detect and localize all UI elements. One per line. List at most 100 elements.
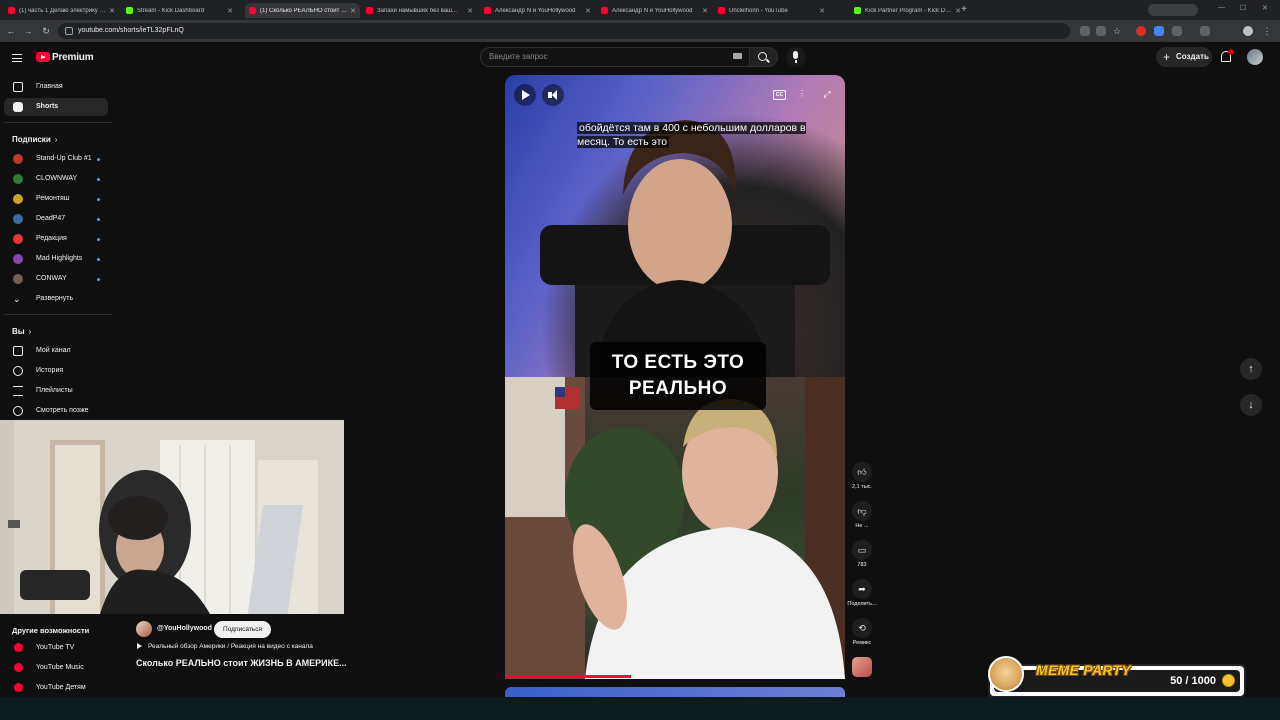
voice-search-icon[interactable] [786,47,806,67]
close-window-icon[interactable]: ✕ [1262,4,1268,12]
next-short-button[interactable]: ↓ [1240,394,1262,416]
like-button[interactable]: 👍︎ 2,1 тыс. [850,462,874,491]
home-icon [13,82,23,92]
next-short-preview[interactable] [505,687,845,697]
playlist-link[interactable]: Реальный обзор Америки / Реакция на виде… [137,643,313,650]
sidebar-item-shorts[interactable]: Shorts [4,98,108,116]
webcam-scene [0,420,344,614]
tab-close-icon[interactable]: ✕ [819,7,825,15]
back-button[interactable]: ← [5,25,17,37]
sound-thumbnail[interactable] [852,657,872,677]
caption-line-1: ТО ЕСТЬ ЭТО [611,352,745,373]
youtube-brand-label[interactable]: Premium [52,52,94,63]
hamburger-menu-icon[interactable] [12,54,22,62]
subscriptions-heading[interactable]: Подписки › [12,135,57,144]
tab-close-icon[interactable]: ✕ [350,7,356,15]
sidebar-item-youtube-tv[interactable]: YouTube TV [4,639,108,657]
youtube-logo-icon[interactable] [36,52,50,62]
sidebar-item-label: Плейлисты [36,387,73,394]
extensions-puzzle-icon[interactable] [1172,26,1182,36]
more-options-icon[interactable]: ⋮ [795,87,809,101]
browser-tab[interactable]: Александр N и YouHollywood ✕ [480,3,595,18]
volume-button[interactable] [542,84,564,106]
new-tab-button[interactable]: + [958,4,970,16]
forward-button[interactable]: → [22,25,34,37]
sidebar-item-youtube-music[interactable]: YouTube Music [4,659,108,677]
channel-name[interactable]: @YouHollywood [157,625,212,632]
reload-button[interactable]: ↻ [40,25,52,37]
search-input[interactable]: Введите запрос [480,47,750,67]
bookmark-star-icon[interactable]: ☆ [1112,26,1122,36]
browser-tab[interactable]: Александр N и YouHollywood ✕ [597,3,712,18]
keyboard-icon[interactable] [733,53,742,59]
channel-avatar-icon [13,174,23,184]
sidebar-subscription-item[interactable]: Редакция [4,230,108,248]
sidebar-item-watch-later[interactable]: Смотреть позже [4,402,108,420]
sidebar-expand-button[interactable]: ⌄ Развернуть [4,290,108,308]
sidebar-subscription-item[interactable]: CLOWNWAY [4,170,108,188]
sidebar-subscription-item[interactable]: Mad Highlights [4,250,108,268]
sidebar-item-youtube-kids[interactable]: YouTube Детям [4,679,108,697]
previous-short-button[interactable]: ↑ [1240,358,1262,380]
sidebar-item-home[interactable]: Главная [4,78,108,96]
share-button[interactable]: ➦ Поделить... [847,579,877,608]
maximize-icon[interactable]: ☐ [1240,4,1246,12]
shorts-video-player[interactable]: CC ⋮ ⤢ обойдётся там в 400 с небольшим д… [505,75,845,679]
sidebar-subscription-item[interactable]: Ремонтяш [4,190,108,208]
kick-favicon-icon [854,7,861,14]
cast-icon[interactable] [1096,26,1106,36]
tab-close-icon[interactable]: ✕ [227,7,233,15]
channel-avatar[interactable] [136,621,152,637]
subscribe-button[interactable]: Подписаться [214,621,271,638]
sidebar-subscription-item[interactable]: Stand-Up Club #1 [4,150,108,168]
thumbs-down-icon: 👎︎ [852,501,872,521]
address-bar[interactable]: youtube.com/shorts/ieTL32pFLnQ [58,23,1070,39]
expand-label: Развернуть [36,295,74,302]
remix-button[interactable]: ⟲ Ремикс [850,618,874,647]
tab-close-icon[interactable]: ✕ [467,7,473,15]
create-button[interactable]: + Создать [1156,47,1212,67]
sidebar-item-playlists[interactable]: Плейлисты [4,382,108,400]
video-progress-bar[interactable] [505,675,845,678]
browser-tab[interactable]: Unclelhonn - YouTube ✕ [714,3,829,18]
captions-button[interactable]: CC [773,90,786,100]
search-button[interactable] [750,47,778,67]
short-title[interactable]: Сколько РЕАЛЬНО стоит ЖИЗНЬ В АМЕРИКЕ... [136,658,347,668]
browser-tab[interactable]: Запахи намывших без ваш... ✕ [362,3,477,18]
browser-tab[interactable]: Stream - Kick Dashboard ✕ [122,3,237,18]
browser-tab[interactable]: (1) часть 1 Делаю электрику у... ✕ [4,3,119,18]
site-info-icon[interactable] [65,27,73,35]
sidebar-item-my-channel[interactable]: Мой канал [4,342,108,360]
translate-icon[interactable] [1080,26,1090,36]
more-heading: Другие возможности [12,626,89,635]
tab-close-icon[interactable]: ✕ [109,7,115,15]
comments-button[interactable]: ▭ 783 [850,540,874,569]
play-button[interactable] [514,84,536,106]
sidebar-subscription-item[interactable]: CONWAY [4,270,108,288]
fullscreen-icon[interactable]: ⤢ [820,87,834,101]
tab-close-icon[interactable]: ✕ [585,7,591,15]
remix-label: Ремикс [852,640,872,646]
profile-pill[interactable] [1148,4,1198,16]
browser-menu-icon[interactable]: ⋮ [1262,26,1272,36]
sidebar-item-label: История [36,367,64,374]
account-avatar[interactable] [1247,49,1263,65]
browser-tab[interactable]: Kick Partner Program - Kick De... ✕ [850,3,965,18]
sidepanel-icon[interactable] [1200,26,1210,36]
video-frame-bottom [505,377,845,679]
tab-close-icon[interactable]: ✕ [702,7,708,15]
new-content-dot [97,258,100,261]
sidebar-subscription-item[interactable]: DeadP47 [4,210,108,228]
you-heading[interactable]: Вы › [12,327,31,336]
new-content-dot [97,238,100,241]
sidebar-divider [4,314,112,315]
youtube-music-icon [14,663,23,672]
extension-blue-icon[interactable] [1154,26,1164,36]
dislike-button[interactable]: 👎︎ Не ... [850,501,874,530]
browser-tab[interactable]: (1) Сколько РЕАЛЬНО стоит Ж... ✕ [245,3,360,18]
sidebar-item-history[interactable]: История [4,362,108,380]
minimize-icon[interactable]: — [1218,4,1225,11]
sidebar-item-label: Shorts [36,103,59,110]
profile-avatar-icon[interactable] [1243,26,1253,36]
extension-red-icon[interactable] [1136,26,1146,36]
